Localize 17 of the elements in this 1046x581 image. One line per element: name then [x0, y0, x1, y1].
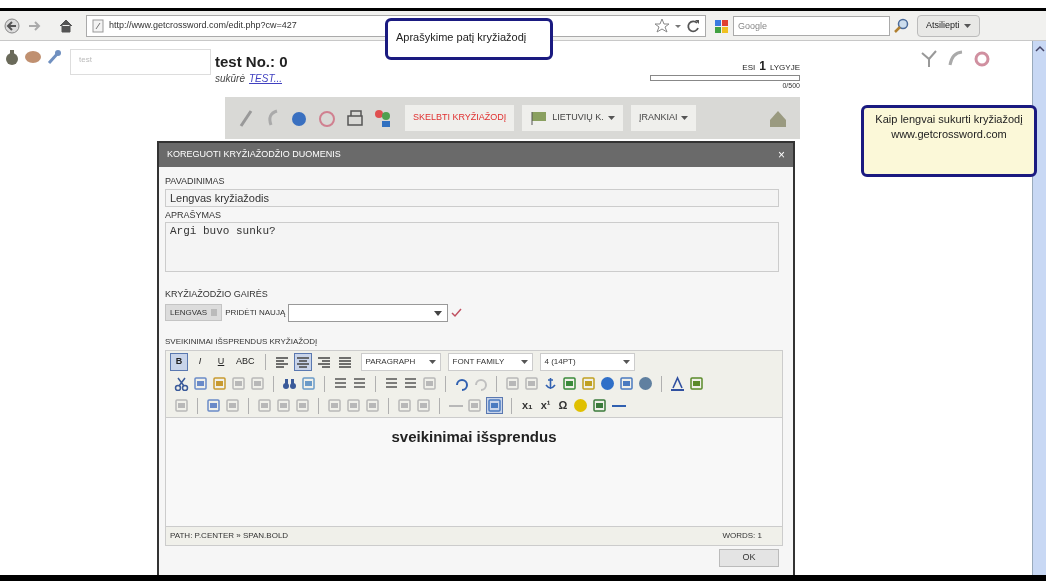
field-label: KRYŽIAŽODŽIO GAIRĖS: [165, 288, 269, 301]
callout: Aprašykime patį kryžiažodį: [385, 18, 553, 60]
field-label: APRAŠYMAS: [165, 208, 223, 222]
dialog-title: KOREGUOTI KRYŽIAŽODŽIO DUOMENIS: [167, 148, 341, 162]
field-label: PAVADINIMAS: [165, 175, 226, 188]
editor-text: sveikinimai išsprendus: [391, 426, 557, 447]
callout: Kaip lengvai sukurti kryžiažodį www.getcrossword.com: [861, 105, 1037, 177]
add-label: PRIDĖTI NAUJĄ: [225, 306, 286, 319]
field-label: SVEIKINIMAI IŠSPRENDUS KRYŽIAŽODĮ: [165, 335, 319, 348]
level-suffix: LYGYJE: [769, 62, 800, 74]
url-text: http://www.getcrossword.com/edit.php?cw=427: [109, 18, 298, 32]
word-count: WORDS: 1: [722, 529, 762, 542]
level-number: 1: [759, 58, 766, 75]
author-label: sukūrė: [215, 72, 245, 86]
crossword-title: test No.: 0: [215, 53, 288, 71]
element-path: PATH: P.CENTER » SPAN.BOLD: [170, 529, 289, 542]
level-prefix: ESI: [742, 62, 756, 74]
